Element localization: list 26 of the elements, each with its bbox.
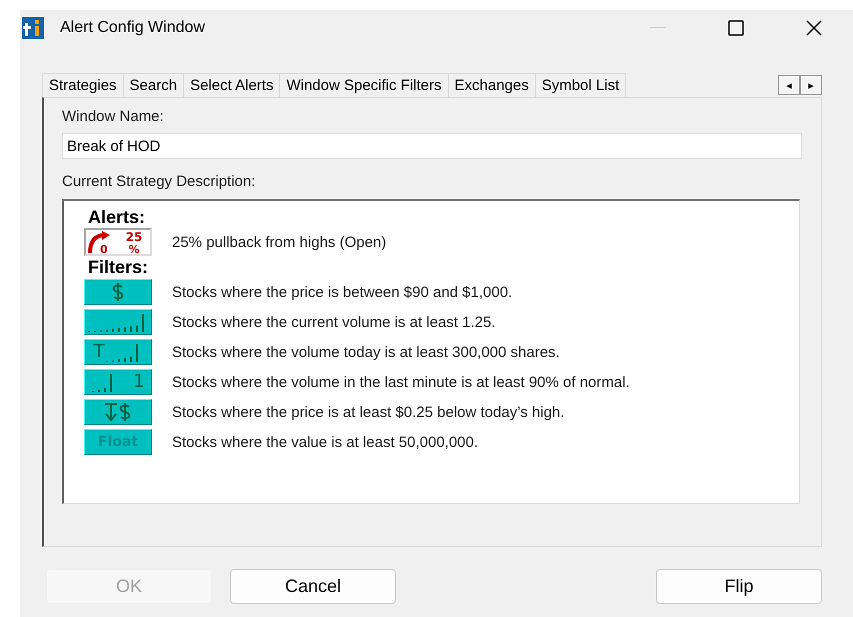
dollar-icon (118, 402, 132, 422)
tab[interactable]: Strategies (42, 73, 124, 97)
filter-description: Stocks where the price is at least $0.25 below today’s high. (172, 404, 564, 420)
section-heading: Alerts: (88, 207, 146, 227)
alert-description: 25% pullback from highs (Open) (172, 234, 386, 250)
filter-description: Stocks where the price is between $90 and $1,000. (172, 284, 512, 300)
filter-description: Stocks where the volume today is at least 300,000 shares. (172, 344, 560, 360)
scroll-left-button[interactable]: ◂ (778, 75, 800, 95)
filter-description: Stocks where the current volume is at least 1.25. (172, 314, 496, 330)
dialog-button[interactable]: Flip (656, 569, 822, 604)
down-arrow-icon (104, 402, 118, 422)
scroll-right-button[interactable]: ▸ (800, 75, 822, 95)
filter-description: Stocks where the value is at least 50,000,000. (172, 434, 478, 450)
field-label: Current Strategy Description: (62, 173, 256, 190)
section-heading: Filters: (88, 257, 150, 277)
alert-icon: 0 25 % (84, 228, 152, 256)
icon-label: T (94, 343, 104, 361)
dialog-button[interactable]: Cancel (230, 569, 396, 604)
tab[interactable]: Symbol List (534, 73, 626, 97)
filter-description: Stocks where the volume in the last minute is at least 90% of normal. (172, 374, 630, 390)
app-logo-icon (22, 16, 44, 38)
window-name-field[interactable]: Break of HOD (62, 133, 802, 159)
dollar-icon (111, 282, 125, 302)
field-label: Window Name: (62, 108, 165, 125)
icon-label: 1 (133, 373, 145, 391)
window-title: Alert Config Window (60, 18, 206, 36)
